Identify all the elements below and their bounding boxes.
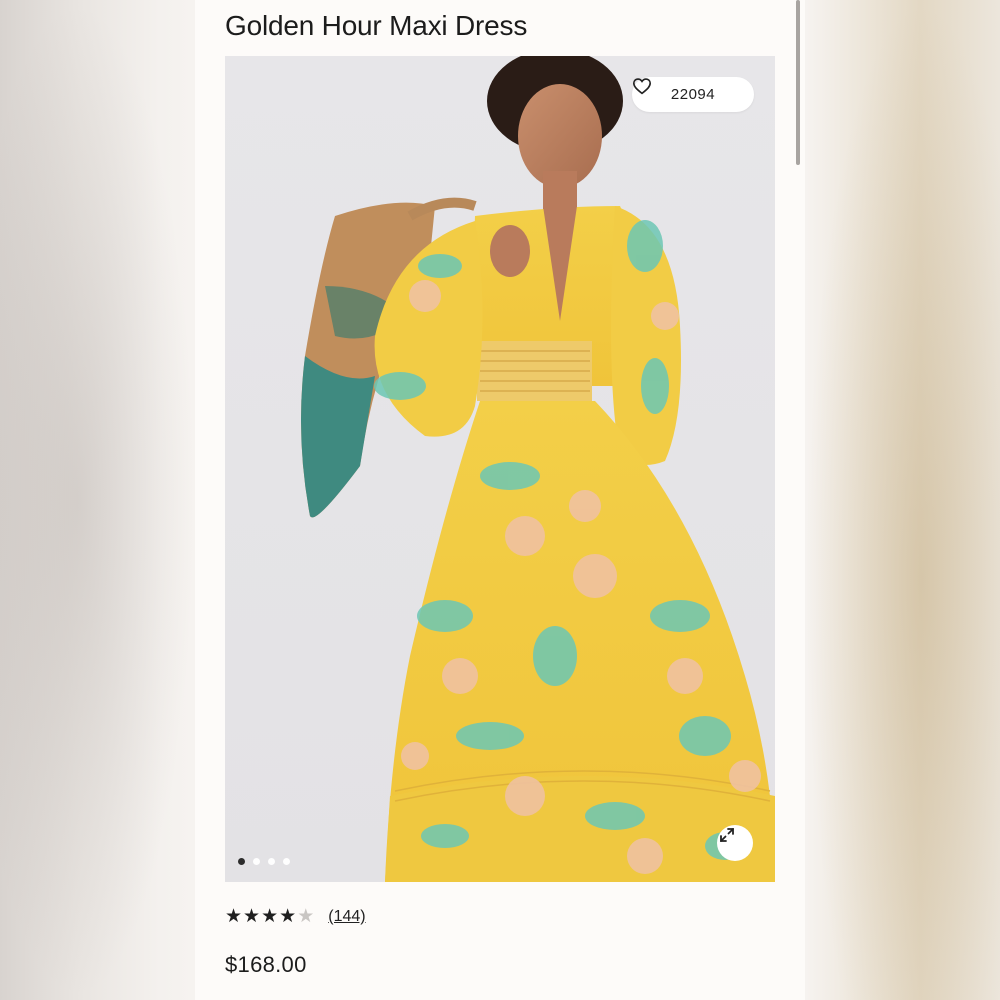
- star-full-icon: ★: [279, 906, 297, 927]
- star-full-icon: ★: [225, 906, 243, 927]
- carousel-dot-4[interactable]: [283, 858, 290, 865]
- carousel-indicator: [238, 858, 290, 865]
- dress-photo: [301, 56, 775, 882]
- phone-screen: Golden Hour Maxi Dress 22094 ★ ★ ★ ★ ★ (…: [195, 0, 805, 1000]
- carousel-dot-1[interactable]: [238, 858, 245, 865]
- product-title: Golden Hour Maxi Dress: [225, 10, 528, 41]
- product-price: $168.00: [225, 952, 307, 977]
- star-empty-icon: ★: [297, 906, 315, 927]
- scrollbar[interactable]: [796, 0, 800, 165]
- star-rating: ★ ★ ★ ★ ★: [225, 907, 314, 927]
- product-image[interactable]: 22094: [225, 56, 775, 882]
- carousel-dot-3[interactable]: [268, 858, 275, 865]
- star-full-icon: ★: [261, 906, 279, 927]
- expand-image-button[interactable]: [717, 825, 753, 861]
- background-left: [0, 0, 195, 1000]
- expand-arrows-icon: [720, 828, 734, 842]
- product-rating: ★ ★ ★ ★ ★ (144): [225, 907, 366, 927]
- review-count-link[interactable]: (144): [328, 908, 365, 926]
- favorite-button[interactable]: 22094: [632, 77, 754, 112]
- favorite-count: 22094: [670, 86, 716, 103]
- carousel-dot-2[interactable]: [253, 858, 260, 865]
- background-right: [805, 0, 1000, 1000]
- heart-icon: [632, 78, 652, 95]
- star-full-icon: ★: [243, 906, 261, 927]
